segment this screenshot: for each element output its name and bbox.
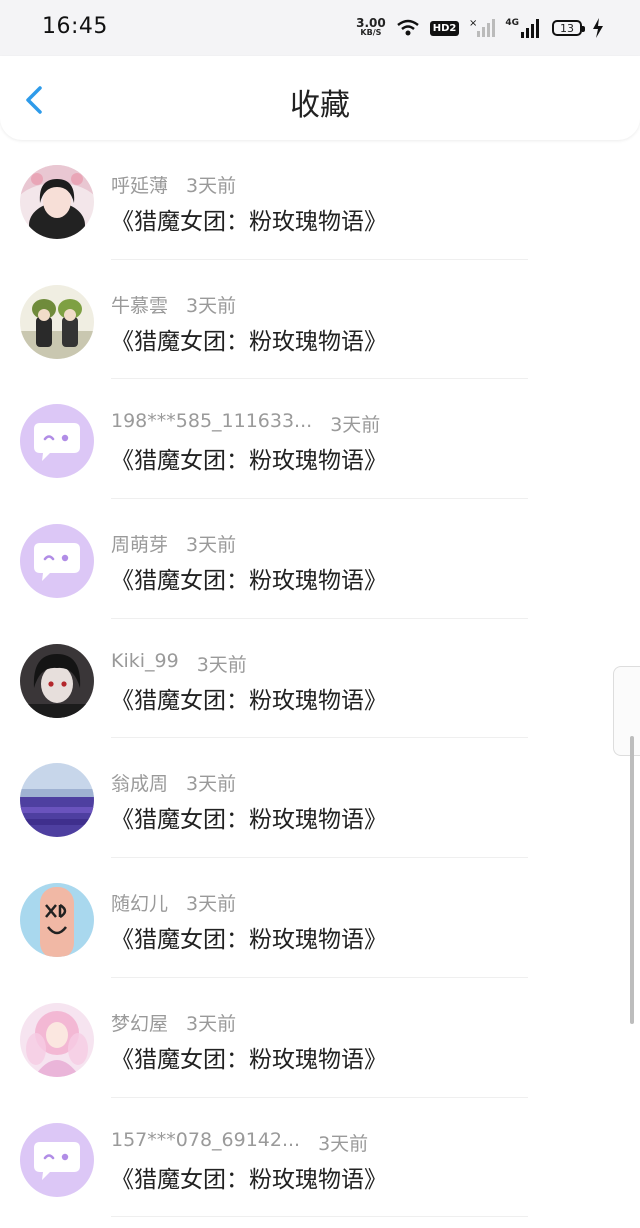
item-meta: 周萌芽 3天前 — [111, 530, 236, 557]
item-meta: 随幻儿 3天前 — [111, 889, 236, 916]
avatar[interactable] — [20, 1002, 94, 1077]
avatar[interactable] — [20, 763, 94, 838]
list-item[interactable]: 梦幻屋 3天前 《猎魔女团：粉玫瑰物语》 — [0, 978, 640, 1098]
scrollbar[interactable] — [630, 736, 634, 1024]
favorite-title: 《猎魔女团：粉玫瑰物语》 — [111, 328, 387, 355]
list-item[interactable]: 随幻儿 3天前 《猎魔女团：粉玫瑰物语》 — [0, 858, 640, 978]
user-name: 157***078_69142... — [111, 1128, 301, 1151]
user-name: 周萌芽 — [111, 534, 169, 557]
page-header: 收藏 — [0, 56, 640, 140]
wifi-icon — [396, 19, 419, 36]
favorite-title: 《猎魔女团：粉玫瑰物语》 — [111, 807, 387, 834]
user-name: 梦幻屋 — [111, 1012, 169, 1035]
list-item[interactable]: 周萌芽 3天前 《猎魔女团：粉玫瑰物语》 — [0, 499, 640, 619]
favorite-title: 《猎魔女团：粉玫瑰物语》 — [111, 448, 387, 475]
list-item[interactable]: 牛慕雲 3天前 《猎魔女团：粉玫瑰物语》 — [0, 260, 640, 380]
avatar[interactable] — [20, 284, 94, 359]
item-meta: 牛慕雲 3天前 — [111, 291, 236, 318]
network-speed-unit: KB/S — [360, 28, 382, 37]
status-icons: 3.00 KB/S HD2 × 4G 13 — [356, 14, 604, 42]
list-item[interactable]: 157***078_69142... 3天前 《猎魔女团：粉玫瑰物语》 — [0, 1098, 640, 1218]
charging-bolt-icon — [593, 18, 603, 38]
page-title: 收藏 — [290, 88, 350, 123]
user-name: 牛慕雲 — [111, 294, 169, 317]
item-meta: 翁成周 3天前 — [111, 769, 236, 796]
side-panel-handle[interactable] — [613, 666, 640, 756]
favorite-title: 《猎魔女团：粉玫瑰物语》 — [111, 1046, 387, 1073]
no-signal-icon: × — [469, 18, 496, 37]
item-meta: 呼延薄 3天前 — [111, 171, 236, 198]
item-time: 3天前 — [318, 1132, 369, 1155]
favorite-title: 《猎魔女团：粉玫瑰物语》 — [111, 568, 387, 595]
item-time: 3天前 — [186, 893, 237, 916]
user-name: 呼延薄 — [111, 175, 169, 197]
item-time: 3天前 — [186, 1012, 237, 1035]
item-time: 3天前 — [330, 414, 381, 437]
status-bar: 16:45 3.00 KB/S HD2 × 4G 13 — [0, 0, 640, 56]
signal-bars-icon: 4G — [505, 18, 542, 38]
user-name: Kiki_99 — [111, 649, 179, 672]
favorites-list: 呼延薄 3天前 《猎魔女团：粉玫瑰物语》 牛慕雲 3天前 《猎魔女团：粉玫瑰物语… — [0, 140, 640, 1218]
default-avatar-icon — [34, 1141, 80, 1180]
item-time: 3天前 — [186, 294, 237, 317]
item-meta: 157***078_69142... 3天前 — [111, 1129, 368, 1156]
item-time: 3天前 — [186, 175, 237, 197]
favorite-title: 《猎魔女团：粉玫瑰物语》 — [111, 1166, 387, 1193]
avatar[interactable] — [20, 165, 94, 239]
avatar[interactable] — [20, 643, 94, 718]
status-time: 16:45 — [42, 14, 108, 39]
favorite-title: 《猎魔女团：粉玫瑰物语》 — [111, 927, 387, 954]
favorite-title: 《猎魔女团：粉玫瑰物语》 — [111, 687, 387, 714]
item-meta: Kiki_99 3天前 — [111, 650, 247, 677]
user-name: 198***585_111633... — [111, 410, 313, 433]
list-item[interactable]: 呼延薄 3天前 《猎魔女团：粉玫瑰物语》 — [0, 140, 640, 260]
item-time: 3天前 — [196, 653, 247, 676]
default-avatar-icon — [34, 423, 80, 462]
avatar[interactable] — [20, 1122, 94, 1197]
user-name: 翁成周 — [111, 773, 169, 796]
avatar[interactable] — [20, 883, 94, 958]
divider — [111, 1216, 528, 1218]
list-item[interactable]: 翁成周 3天前 《猎魔女团：粉玫瑰物语》 — [0, 738, 640, 859]
svg-text:×: × — [469, 18, 477, 29]
item-time: 3天前 — [186, 534, 237, 557]
item-meta: 梦幻屋 3天前 — [111, 1009, 236, 1036]
battery-level: 13 — [560, 21, 574, 35]
battery-icon: 13 — [552, 20, 585, 36]
network-speed: 3.00 KB/S — [356, 16, 386, 38]
list-item[interactable]: Kiki_99 3天前 《猎魔女团：粉玫瑰物语》 — [0, 619, 640, 739]
user-name: 随幻儿 — [111, 893, 169, 916]
list-item[interactable]: 198***585_111633... 3天前 《猎魔女团：粉玫瑰物语》 — [0, 379, 640, 500]
default-avatar-icon — [34, 543, 80, 582]
item-time: 3天前 — [186, 773, 237, 796]
network-type-label: 4G — [505, 18, 519, 28]
avatar[interactable] — [20, 524, 94, 599]
network-speed-value: 3.00 — [356, 16, 386, 30]
hd-badge: HD2 — [429, 20, 460, 36]
item-meta: 198***585_111633... 3天前 — [111, 410, 380, 437]
avatar[interactable] — [20, 404, 94, 479]
favorite-title: 《猎魔女团：粉玫瑰物语》 — [111, 209, 387, 235]
